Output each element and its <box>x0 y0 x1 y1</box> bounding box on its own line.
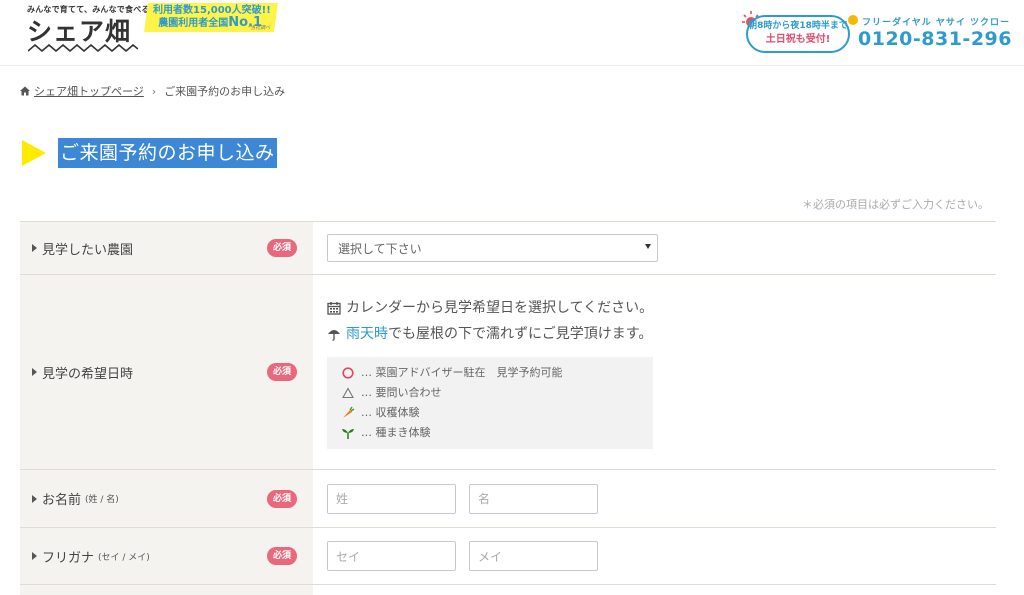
badge-note: *当社調べ <box>247 25 271 31</box>
field-label-farm: 見学したい農園 必須 <box>20 222 313 274</box>
farm-select-value: 選択して下さい <box>338 241 422 256</box>
label-sub: (セイ / メイ) <box>98 552 150 563</box>
calendar-legend: … 菜園アドバイザー駐在 見学予約可能 … 要問い合わせ … 収穫体験 … 種ま… <box>327 357 653 449</box>
legend-item: … 要問い合わせ <box>341 383 639 403</box>
carrot-icon <box>341 406 355 420</box>
field-cell-next <box>313 585 996 595</box>
logo-zigzag-decoration <box>28 44 138 52</box>
calendar-icon <box>327 302 341 315</box>
rain-notice: 雨天時 でも屋根の下で濡れずにご見学頂けます。 <box>327 321 653 347</box>
form-row-farm: 見学したい農園 必須 選択して下さい <box>20 222 996 275</box>
last-name-input[interactable]: 姓 <box>327 483 456 514</box>
page-title-block: ご来園予約のお申し込み <box>22 138 277 168</box>
field-label-name: お名前 (姓 / 名) 必須 <box>20 470 313 527</box>
user-count-badge: 利用者数15,000人突破!! 農園利用者全国No.1 *当社調べ <box>143 3 279 32</box>
label-sub: (姓 / 名) <box>85 495 119 505</box>
field-label-date: 見学の希望日時 必須 <box>20 275 313 469</box>
required-badge: 必須 <box>267 547 297 565</box>
contact-block[interactable]: 朝8時から夜18時半まで 土日祝も受付! フリーダイヤル ヤサイ ツクロー 01… <box>740 8 1011 58</box>
triangle-icon <box>341 386 355 400</box>
hours-cloud: 朝8時から夜18時半まで 土日祝も受付! <box>746 15 850 53</box>
required-badge: 必須 <box>267 239 297 257</box>
breadcrumb: シェア畑トップページ › ご来園予約のお申し込み <box>20 83 285 99</box>
reservation-form: 見学したい農園 必須 選択して下さい 見学の希望日時 必須 カレンダーから見学希… <box>20 221 996 595</box>
field-label-kana: フリガナ (セイ / メイ) 必須 <box>20 528 313 584</box>
free-dial-label: フリーダイヤル ヤサイ ツクロー <box>862 18 1010 28</box>
site-header: みんなで育てて、みんなで食べる。 シェア畑 利用者数15,000人突破!! 農園… <box>0 0 1024 66</box>
label-text: 見学の希望日時 <box>42 366 134 382</box>
hours-text: 朝8時から夜18時半まで <box>748 21 848 31</box>
label-bullet-icon <box>32 244 37 252</box>
field-label-next <box>20 585 313 595</box>
date-instruction: カレンダーから見学希望日を選択してください。 <box>327 295 653 321</box>
date-info: カレンダーから見学希望日を選択してください。 雨天時 でも屋根の下で濡れずにご見学… <box>327 295 653 449</box>
form-row-kana: フリガナ (セイ / メイ) 必須 セイ メイ <box>20 528 996 585</box>
page-title: ご来園予約のお申し込み <box>58 138 277 168</box>
legend-item: … 種まき体験 <box>341 423 639 443</box>
first-name-input[interactable]: 名 <box>469 483 598 514</box>
field-cell-farm: 選択して下さい <box>313 222 996 274</box>
circle-icon <box>341 366 355 380</box>
required-badge: 必須 <box>267 489 297 508</box>
label-text: 見学したい農園 <box>42 242 134 258</box>
field-cell-name: 姓 名 <box>313 470 996 527</box>
weekend-text: 土日祝も受付! <box>765 34 831 45</box>
field-cell-date: カレンダーから見学希望日を選択してください。 雨天時 でも屋根の下で濡れずにご見学… <box>313 275 996 469</box>
required-note: ＊必須の項目は必ずご入力ください。 <box>802 198 989 211</box>
label-text: お名前 <box>42 493 82 508</box>
breadcrumb-home-link[interactable]: シェア畑トップページ <box>34 83 144 99</box>
label-bullet-icon <box>32 368 37 376</box>
legend-item: … 菜園アドバイザー駐在 見学予約可能 <box>341 363 639 383</box>
label-text: フリガナ <box>42 550 95 566</box>
rain-link[interactable]: 雨天時 <box>346 321 388 347</box>
sprout-icon <box>341 426 355 440</box>
required-badge: 必須 <box>267 363 297 381</box>
site-logo[interactable]: シェア畑 <box>27 12 131 48</box>
form-row-next <box>20 585 996 595</box>
farm-select[interactable]: 選択して下さい <box>327 234 658 262</box>
field-cell-kana: セイ メイ <box>313 528 996 584</box>
home-icon <box>20 86 30 96</box>
title-arrow-icon <box>22 140 46 166</box>
last-name-kana-input[interactable]: セイ <box>327 541 456 571</box>
phone-number[interactable]: 0120-831-296 <box>858 28 1012 50</box>
label-bullet-icon <box>32 494 37 503</box>
date-instruction-text: カレンダーから見学希望日を選択してください。 <box>346 300 654 316</box>
caret-down-icon <box>645 244 651 249</box>
legend-item: … 収穫体験 <box>341 403 639 423</box>
label-bullet-icon <box>32 552 37 560</box>
moon-icon <box>848 15 858 25</box>
first-name-kana-input[interactable]: メイ <box>469 541 598 571</box>
breadcrumb-separator: › <box>151 84 157 98</box>
form-row-date: 見学の希望日時 必須 カレンダーから見学希望日を選択してください。 雨天時 でも… <box>20 275 996 470</box>
form-row-name: お名前 (姓 / 名) 必須 姓 名 <box>20 470 996 528</box>
umbrella-icon <box>328 330 340 341</box>
breadcrumb-current: ご来園予約のお申し込み <box>164 85 286 98</box>
